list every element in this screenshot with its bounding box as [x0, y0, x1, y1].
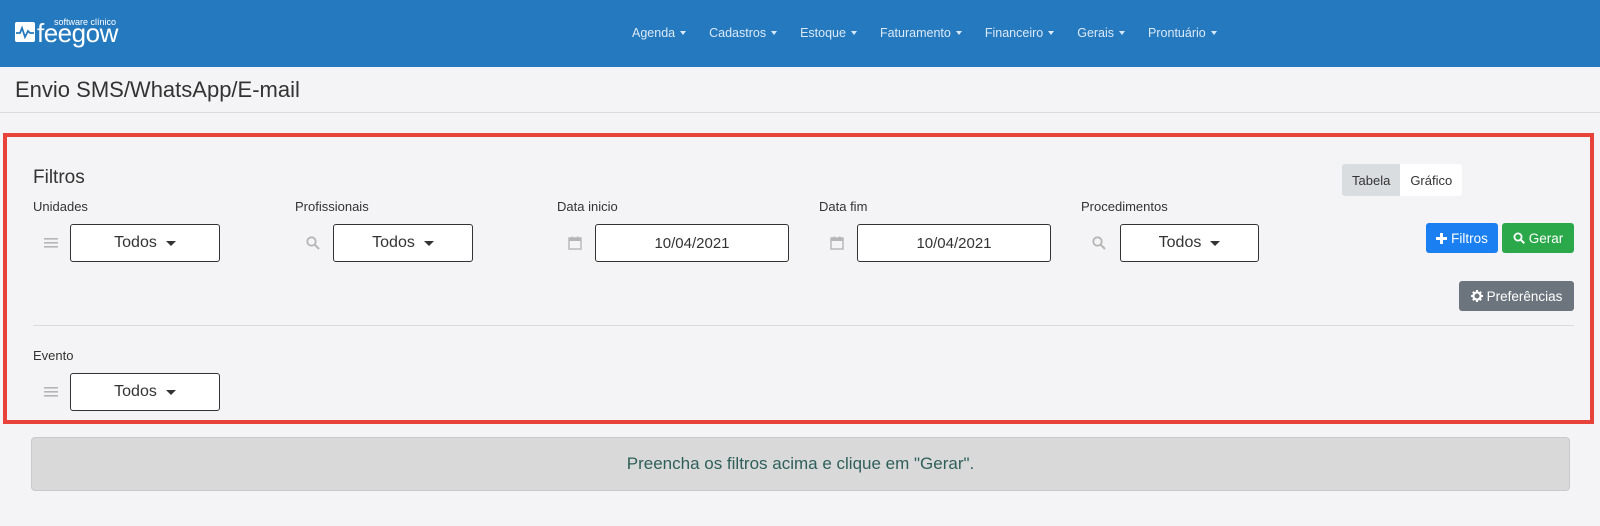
filtros-button-label: Filtros [1451, 230, 1488, 246]
procedimentos-value: Todos [1158, 234, 1202, 251]
chevron-down-icon [1119, 31, 1126, 35]
data-fim-label: Data fim [819, 199, 868, 214]
filters-divider [33, 325, 1574, 326]
list-icon [44, 236, 58, 250]
view-toggle: Tabela Gráfico [1342, 164, 1463, 196]
plus-icon [1436, 232, 1448, 244]
caret-down-icon [165, 389, 176, 395]
data-fim-input[interactable]: 10/04/2021 [857, 224, 1051, 262]
grafico-toggle[interactable]: Gráfico [1400, 164, 1463, 196]
chevron-down-icon [680, 31, 687, 35]
unidades-dropdown[interactable]: Todos [70, 224, 220, 262]
data-inicio-label: Data inicio [557, 199, 618, 214]
data-inicio-value: 10/04/2021 [654, 234, 730, 252]
nav-cadastros-label: Cadastros [709, 26, 767, 40]
chevron-down-icon [955, 31, 962, 35]
profissionais-label: Profissionais [295, 199, 369, 214]
nav-gerais-label: Gerais [1077, 26, 1115, 40]
nav-prontuario[interactable]: Prontuário [1148, 24, 1217, 42]
profissionais-dropdown[interactable]: Todos [333, 224, 473, 262]
nav-prontuario-label: Prontuário [1148, 26, 1206, 40]
nav-estoque[interactable]: Estoque [800, 24, 857, 42]
calendar-icon [830, 236, 844, 250]
search-icon [306, 236, 320, 250]
search-icon [1513, 232, 1525, 244]
caret-down-icon [1210, 240, 1221, 246]
filtros-button[interactable]: Filtros [1426, 223, 1498, 253]
page-title: Envio SMS/WhatsApp/E-mail [15, 77, 300, 102]
evento-dropdown[interactable]: Todos [70, 373, 220, 411]
logo-brand: feegow [37, 18, 118, 48]
main-nav: Agenda Cadastros Estoque Faturamento Fin… [632, 24, 1217, 42]
procedimentos-dropdown[interactable]: Todos [1120, 224, 1259, 262]
preferencias-button[interactable]: Preferências [1459, 281, 1574, 311]
unidades-label: Unidades [33, 199, 88, 214]
nav-cadastros[interactable]: Cadastros [709, 24, 778, 42]
gear-icon [1470, 290, 1483, 302]
nav-faturamento[interactable]: Faturamento [880, 24, 962, 42]
chevron-down-icon [771, 31, 778, 35]
info-notice: Preencha os filtros acima e clique em "G… [31, 437, 1570, 491]
calendar-icon [568, 236, 582, 250]
nav-faturamento-label: Faturamento [879, 26, 951, 40]
nav-estoque-label: Estoque [800, 26, 846, 40]
filters-heading: Filtros [33, 167, 85, 188]
caret-down-icon [423, 240, 434, 246]
nav-financeiro[interactable]: Financeiro [984, 24, 1055, 42]
gerar-button[interactable]: Gerar [1502, 223, 1574, 253]
data-inicio-input[interactable]: 10/04/2021 [595, 224, 789, 262]
nav-gerais[interactable]: Gerais [1077, 24, 1126, 42]
tabela-toggle[interactable]: Tabela [1342, 164, 1401, 196]
evento-value: Todos [114, 383, 157, 400]
filters-panel: Filtros Unidades Todos Profissionais Tod… [3, 133, 1594, 424]
evento-label: Evento [33, 348, 74, 363]
chevron-down-icon [1210, 31, 1217, 35]
unidades-value: Todos [114, 234, 157, 251]
top-navbar: software clínico feegow Agenda Cadastros… [0, 0, 1600, 67]
nav-agenda-label: Agenda [632, 26, 676, 40]
logo-heartbeat-icon [15, 22, 35, 42]
nav-financeiro-label: Financeiro [984, 26, 1044, 40]
feegow-logo[interactable]: software clínico feegow [15, 17, 125, 47]
title-divider [0, 112, 1600, 113]
list-icon [44, 385, 58, 399]
chevron-down-icon [850, 31, 857, 35]
chevron-down-icon [1048, 31, 1055, 35]
preferencias-button-label: Preferências [1486, 288, 1563, 304]
gerar-button-label: Gerar [1528, 230, 1564, 246]
procedimentos-label: Procedimentos [1081, 199, 1168, 214]
data-fim-value: 10/04/2021 [916, 234, 992, 252]
search-icon [1092, 236, 1106, 250]
nav-agenda[interactable]: Agenda [632, 24, 687, 42]
caret-down-icon [165, 240, 176, 246]
profissionais-value: Todos [372, 234, 415, 251]
